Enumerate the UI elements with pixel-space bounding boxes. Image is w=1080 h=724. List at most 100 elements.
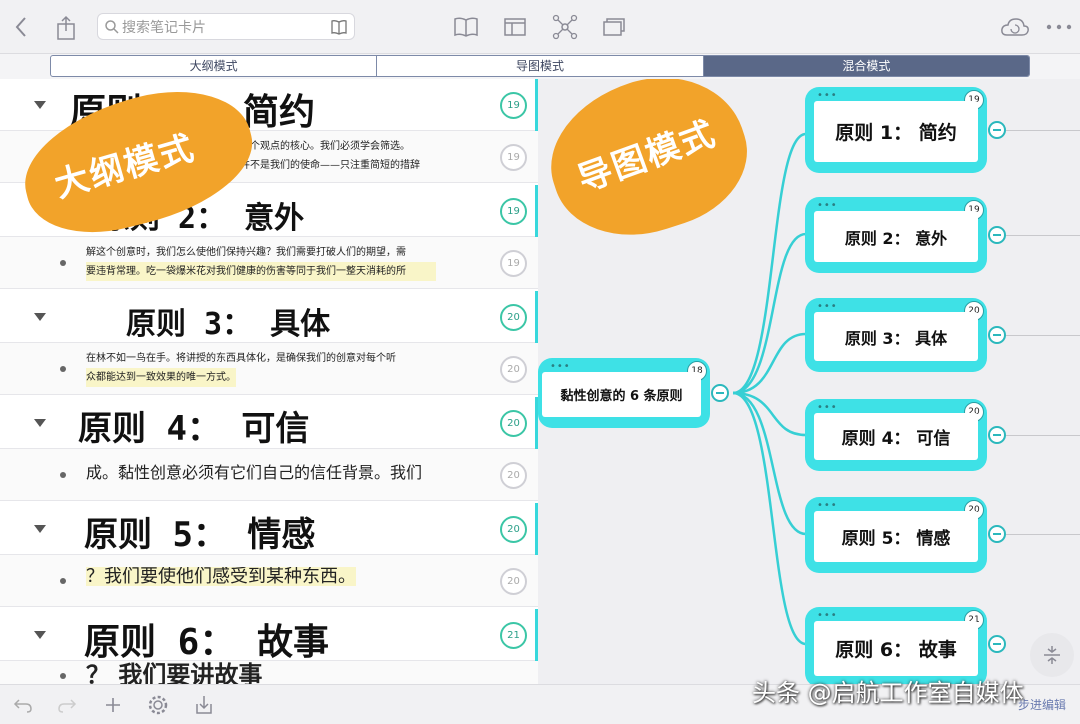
connector-stub [1006, 335, 1080, 336]
node-menu-dots-icon[interactable]: ••• [550, 361, 571, 372]
body-line-1: 在林不如一鸟在手。将讲授的东西具体化，是确保我们的创意对每个听 [86, 353, 396, 364]
body-text: ？我们要使他们感受到某种东西。 [86, 567, 436, 586]
heading-text: 原则 3： 具体 [126, 307, 331, 342]
book-icon[interactable] [330, 18, 348, 36]
node-menu-dots-icon[interactable]: ••• [817, 301, 838, 312]
undo-icon[interactable] [10, 693, 34, 717]
compress-icon [1044, 646, 1060, 664]
outline-body-row[interactable]: 成。黏性创意必须有它们自己的信任背景。我们 20 [0, 449, 538, 501]
card-count-badge: 19 [500, 198, 527, 225]
child-node-5[interactable]: ••• 20 原则 5： 情感 [805, 497, 987, 573]
step-edit-link[interactable]: 步进编辑 [1018, 696, 1066, 713]
card-count-badge: 20 [500, 304, 527, 331]
mode-switcher: 大纲模式 导图模式 混合模式 [50, 55, 1030, 77]
child-collapse-icon[interactable] [988, 226, 1006, 244]
search-input[interactable]: 搜索笔记卡片 [97, 13, 355, 40]
tab-mixed-mode[interactable]: 混合模式 [703, 56, 1029, 76]
body-line-1: ？ 我们要讲故事 [86, 661, 263, 684]
collapse-triangle-icon[interactable] [34, 101, 46, 109]
body-text: ？ 我们要讲故事 [86, 661, 436, 684]
child-node-3[interactable]: ••• 20 原则 3： 具体 [805, 298, 987, 372]
outline-view-icon[interactable] [453, 15, 479, 39]
more-menu-icon[interactable] [1044, 20, 1074, 34]
collapse-triangle-icon[interactable] [34, 525, 46, 533]
card-count-badge: 19 [500, 144, 527, 171]
card-count-badge: 20 [500, 462, 527, 489]
bullet-dot [60, 260, 66, 266]
card-count-badge: 20 [500, 356, 527, 383]
outline-heading-row[interactable]: 原则 3： 具体 20 [0, 291, 538, 343]
body-line-1: 成。黏性创意必须有它们自己的信任背景。我们 [86, 463, 423, 482]
mindmap-view-icon[interactable] [551, 13, 579, 41]
root-node-label: 黏性创意的 6 条原则 [542, 372, 701, 417]
outline-body-row[interactable]: 解这个创意时，我们怎么使他们保持兴趣？我们需要打破人们的期望，需 要违背常理。吃… [0, 237, 538, 289]
child-node-4[interactable]: ••• 20 原则 4： 可信 [805, 399, 987, 471]
node-menu-dots-icon[interactable]: ••• [817, 90, 838, 101]
body-line-2: 要违背常理。吃一袋爆米花对我们健康的伤害等同于我们一整天消耗的所 [86, 262, 436, 281]
bullet-dot [60, 578, 66, 584]
tab-outline-mode[interactable]: 大纲模式 [51, 56, 378, 76]
child-node-label: 原则 6： 故事 [814, 621, 978, 676]
panel-view-icon[interactable] [502, 15, 528, 39]
node-menu-dots-icon[interactable]: ••• [817, 500, 838, 511]
connector-stub [1006, 235, 1080, 236]
top-toolbar: 搜索笔记卡片 [0, 0, 1080, 54]
connector-stub [1006, 435, 1080, 436]
node-menu-dots-icon[interactable]: ••• [817, 200, 838, 211]
child-collapse-icon[interactable] [988, 525, 1006, 543]
collapse-triangle-icon[interactable] [34, 313, 46, 321]
child-node-label: 原则 2： 意外 [814, 211, 978, 262]
child-collapse-icon[interactable] [988, 426, 1006, 444]
outline-body-row[interactable]: 在林不如一鸟在手。将讲授的东西具体化，是确保我们的创意对每个听 众都能达到一致效… [0, 343, 538, 395]
import-icon[interactable] [192, 692, 216, 718]
child-node-label: 原则 1： 简约 [814, 101, 978, 162]
bullet-dot [60, 472, 66, 478]
outline-heading-row[interactable]: 原则 5： 情感 20 [0, 503, 538, 555]
settings-gear-icon[interactable] [145, 692, 171, 718]
collapse-triangle-icon[interactable] [34, 631, 46, 639]
connector-stub [1006, 130, 1080, 131]
root-collapse-icon[interactable] [711, 384, 729, 402]
child-collapse-icon[interactable] [988, 121, 1006, 139]
body-text: 解这个创意时，我们怎么使他们保持兴趣？我们需要打破人们的期望，需 要违背常理。吃… [86, 243, 436, 281]
tab-mindmap-mode[interactable]: 导图模式 [377, 56, 704, 76]
body-line-1: 往一个观点的核心。我们必须学会筛选。 [230, 141, 410, 152]
card-count-badge: 20 [500, 410, 527, 437]
outline-body-row[interactable]: ？ 我们要讲故事 [0, 661, 538, 684]
redo-icon[interactable] [56, 693, 80, 717]
compress-view-button[interactable] [1030, 633, 1074, 677]
child-node-1[interactable]: ••• 19 原则 1： 简约 [805, 87, 987, 173]
body-text: 成。黏性创意必须有它们自己的信任背景。我们 [86, 463, 436, 482]
node-menu-dots-icon[interactable]: ••• [817, 402, 838, 413]
root-node[interactable]: ••• 18 黏性创意的 6 条原则 [538, 358, 710, 428]
child-collapse-icon[interactable] [988, 635, 1006, 653]
bullet-dot [60, 366, 66, 372]
cards-view-icon[interactable] [601, 16, 627, 38]
app-window: 搜索笔记卡片 大纲模式 导图模式 混合模式 原则 1： 简约 [0, 0, 1080, 724]
body-line-2: 众都能达到一致效果的唯一方式。 [86, 368, 236, 387]
watermark-text: 头条 @启航工作室自媒体 [752, 679, 1024, 707]
card-count-badge: 20 [500, 568, 527, 595]
outline-body-row[interactable]: ？我们要使他们感受到某种东西。 20 [0, 555, 538, 607]
child-node-label: 原则 5： 情感 [814, 511, 978, 562]
heading-text: 原则 4： 可信 [78, 409, 310, 449]
card-count-badge: 19 [500, 250, 527, 277]
child-node-2[interactable]: ••• 19 原则 2： 意外 [805, 197, 987, 273]
search-placeholder: 搜索笔记卡片 [122, 19, 206, 36]
collapse-triangle-icon[interactable] [34, 419, 46, 427]
body-text: 往一个观点的核心。我们必须学会筛选。 短并不是我们的使命——只注重简短的措辞 [230, 137, 430, 175]
back-chevron-icon[interactable] [10, 14, 32, 40]
card-count-badge: 20 [500, 516, 527, 543]
child-collapse-icon[interactable] [988, 326, 1006, 344]
connector-stub [1006, 534, 1080, 535]
body-line-2: 短并不是我们的使命——只注重简短的措辞 [230, 160, 420, 171]
body-text: 在林不如一鸟在手。将讲授的东西具体化，是确保我们的创意对每个听 众都能达到一致效… [86, 349, 436, 387]
outline-heading-row[interactable]: 原则 6： 故事 21 [0, 609, 538, 663]
outline-heading-row[interactable]: 原则 4： 可信 20 [0, 397, 538, 449]
add-icon[interactable] [101, 693, 125, 717]
share-icon[interactable] [54, 14, 78, 42]
cloud-sync-icon[interactable] [1000, 16, 1030, 38]
outline-pane: 原则 1： 简约 19 往一个观点的核心。我们必须学会筛选。 短并不是我们的使命… [0, 79, 538, 684]
node-menu-dots-icon[interactable]: ••• [817, 610, 838, 621]
body-line-1: ？我们要使他们感受到某种东西。 [86, 567, 356, 586]
